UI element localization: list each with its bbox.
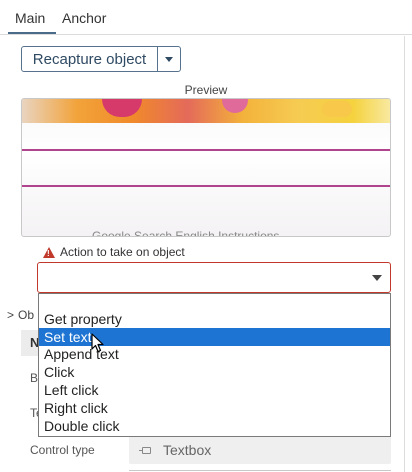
object-properties-label: Ob [18,308,35,322]
divider [129,470,391,471]
preview-label: Preview [184,83,228,97]
panel-border [404,36,405,472]
recapture-dropdown-button[interactable] [158,47,180,71]
action-select[interactable] [37,262,391,293]
preview-cropped-text: Google Search English Instructions [92,229,280,237]
chevron-down-icon [165,56,173,62]
action-label: Action to take on object [43,245,185,259]
recapture-object-label: Recapture object [32,50,147,68]
preview-highlight-line [22,149,390,151]
dropdown-option-click[interactable]: Click [39,363,390,381]
control-type-label: Control type [30,443,95,457]
recapture-object-button[interactable]: Recapture object [22,47,158,71]
control-type-value: Textbox [163,442,212,458]
preview-image: Google Search English Instructions [21,98,391,237]
dropdown-option-double-click[interactable]: Double click [39,417,390,435]
preview-doodle-banner [22,99,390,123]
mouse-pointer-icon [91,333,104,353]
action-label-text: Action to take on object [60,245,185,259]
chevron-down-icon [372,275,382,281]
property-row-label: B [30,371,39,385]
textbox-icon [139,446,151,454]
object-properties-toggle[interactable]: > Ob [7,308,34,322]
warning-icon [43,246,55,258]
control-type-field: Textbox [129,436,391,464]
chevron-right-icon: > [7,308,15,322]
action-dropdown-list[interactable]: Get property Set text Append text Click … [38,293,391,437]
tab-bar: Main Anchor [0,0,412,36]
preview-highlight-line [22,185,390,187]
dropdown-option-right-click[interactable]: Right click [39,399,390,417]
dropdown-option-left-click[interactable]: Left click [39,381,390,399]
dropdown-option-get-property[interactable]: Get property [39,310,390,328]
tab-anchor[interactable]: Anchor [62,10,106,26]
tab-divider [0,34,412,35]
recapture-split-button: Recapture object [21,46,181,72]
tab-main[interactable]: Main [15,10,45,26]
